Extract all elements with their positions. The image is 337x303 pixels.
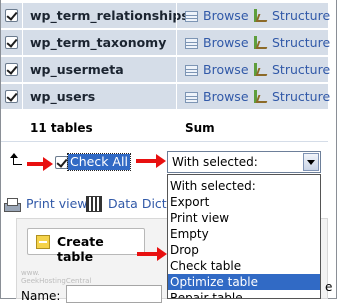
dropdown-option[interactable]: Drop: [168, 242, 320, 258]
structure-icon[interactable]: [254, 63, 267, 77]
row-checkbox[interactable]: [5, 36, 18, 49]
check-all-label[interactable]: Check All: [67, 153, 131, 171]
sum-label: Sum: [185, 121, 215, 135]
summary-row: 11 tables Sum: [1, 115, 328, 142]
dropdown-option[interactable]: Export: [168, 194, 320, 210]
arrow-up-icon: [8, 152, 24, 168]
row-checkbox-cell: [1, 57, 23, 83]
structure-icon[interactable]: [254, 36, 267, 50]
new-table-icon: [36, 235, 50, 249]
with-selected-value: With selected:: [172, 155, 258, 169]
browse-link[interactable]: Browse: [203, 62, 249, 77]
annotation-arrow-icon: [137, 247, 167, 261]
name-label: Name:: [21, 289, 61, 303]
structure-link[interactable]: Structure: [272, 89, 330, 104]
dropdown-option-highlighted[interactable]: Optimize table: [168, 274, 320, 290]
row-checkbox-cell: [1, 3, 23, 29]
data-dictionary-icon[interactable]: [86, 196, 102, 212]
structure-link[interactable]: Structure: [272, 8, 330, 23]
browse-link[interactable]: Browse: [203, 89, 249, 104]
column-divider: [176, 57, 177, 83]
structure-icon[interactable]: [254, 9, 267, 23]
row-checkbox-cell: [1, 30, 23, 56]
table-row: wp_term_taxonomy Browse Structure: [1, 30, 330, 56]
table-name[interactable]: wp_term_taxonomy: [30, 35, 166, 50]
chevron-down-icon[interactable]: [303, 153, 319, 171]
create-table-label: Create table: [57, 234, 104, 264]
column-divider: [176, 30, 177, 56]
structure-icon[interactable]: [254, 90, 267, 104]
create-table-button[interactable]: Create table: [27, 228, 145, 264]
dropdown-option[interactable]: Print view: [168, 210, 320, 226]
table-name[interactable]: wp_term_relationships: [30, 8, 189, 23]
annotation-arrow-icon: [136, 154, 166, 168]
table-name[interactable]: wp_usermeta: [30, 62, 124, 77]
column-divider: [176, 84, 177, 110]
clipped-text: e: [325, 280, 333, 294]
dropdown-option[interactable]: Check table: [168, 258, 320, 274]
row-checkbox-cell: [1, 84, 23, 110]
table-row: wp_users Browse Structure: [1, 84, 330, 110]
browse-link[interactable]: Browse: [203, 35, 249, 50]
dropdown-option[interactable]: Repair table: [168, 290, 320, 298]
table-row: wp_term_relationships Browse Structure: [1, 3, 330, 29]
with-selected-dropdown[interactable]: With selected: Export Print view Empty D…: [167, 174, 321, 299]
printer-icon[interactable]: [4, 198, 21, 212]
print-view-link[interactable]: Print view: [26, 196, 88, 211]
structure-link[interactable]: Structure: [272, 62, 330, 77]
dropdown-option[interactable]: With selected:: [168, 178, 320, 194]
with-selected-select[interactable]: With selected:: [167, 151, 321, 173]
table-name-input[interactable]: [66, 285, 162, 303]
table-row: wp_usermeta Browse Structure: [1, 57, 330, 83]
column-divider: [176, 3, 177, 29]
browse-link[interactable]: Browse: [203, 8, 249, 23]
table-count: 11 tables: [30, 121, 93, 135]
check-all-checkbox[interactable]: [55, 156, 68, 169]
row-checkbox[interactable]: [5, 9, 18, 22]
row-checkbox[interactable]: [5, 90, 18, 103]
structure-link[interactable]: Structure: [272, 35, 330, 50]
browse-icon[interactable]: [185, 38, 198, 49]
annotation-arrow-icon: [27, 157, 53, 171]
data-dictionary-link[interactable]: Data Dict: [108, 196, 167, 211]
browse-icon[interactable]: [185, 11, 198, 22]
watermark: www. GeekHostingCentral: [21, 269, 92, 285]
table-name[interactable]: wp_users: [30, 89, 95, 104]
dropdown-option[interactable]: Empty: [168, 226, 320, 242]
row-checkbox[interactable]: [5, 63, 18, 76]
browse-icon[interactable]: [185, 65, 198, 76]
browse-icon[interactable]: [185, 92, 198, 103]
